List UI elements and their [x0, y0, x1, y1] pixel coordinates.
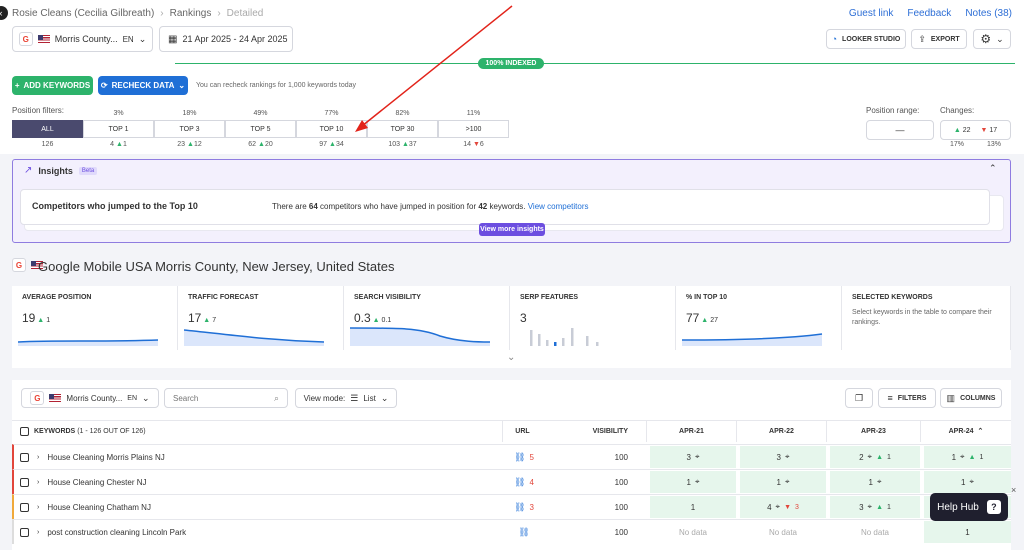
annotation-arrow — [355, 5, 513, 132]
